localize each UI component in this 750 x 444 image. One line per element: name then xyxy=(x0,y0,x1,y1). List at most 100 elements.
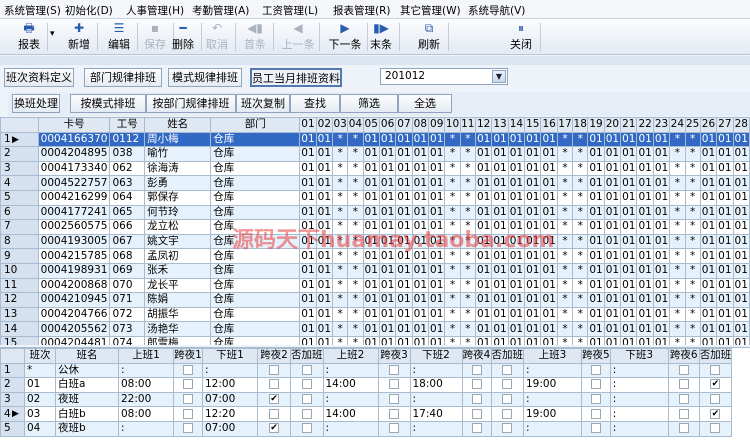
shift-cell[interactable]: 01 xyxy=(299,292,317,308)
cell[interactable]: : xyxy=(118,420,174,437)
shift-cell[interactable]: 01 xyxy=(474,248,493,264)
shift-cell[interactable]: 01 xyxy=(732,292,750,308)
shift-cell[interactable]: 01 xyxy=(732,219,750,235)
shift-cell[interactable]: 01 xyxy=(603,292,622,308)
shift-cell[interactable]: * xyxy=(444,335,461,345)
shift-cell[interactable]: 01 xyxy=(315,204,334,221)
checkbox[interactable] xyxy=(183,364,193,375)
shift-cell[interactable]: * xyxy=(347,204,364,221)
day-column-header[interactable]: 25 xyxy=(684,117,701,133)
shift-cell[interactable]: * xyxy=(669,248,686,264)
shift-cell[interactable]: 01 xyxy=(507,160,526,177)
shift-cell[interactable]: 01 xyxy=(507,248,526,264)
shift-cell[interactable]: 01 xyxy=(315,292,334,308)
shift-cell[interactable]: 01 xyxy=(299,160,317,177)
shift-cell[interactable]: * xyxy=(572,189,589,206)
shift-cell[interactable]: 01 xyxy=(524,262,542,279)
checkbox[interactable] xyxy=(471,379,482,390)
checkbox[interactable] xyxy=(389,394,399,405)
name-cell[interactable]: 孟凤初 xyxy=(144,248,212,264)
shift-cell[interactable]: * xyxy=(444,160,461,177)
shift-cell[interactable]: 01 xyxy=(603,335,622,345)
shift-cell[interactable]: 01 xyxy=(378,321,397,337)
shift-cell[interactable]: 01 xyxy=(732,262,750,279)
id-cell[interactable]: 038 xyxy=(109,146,146,162)
id-cell[interactable]: 070 xyxy=(109,277,146,294)
shift-cell[interactable]: * xyxy=(556,321,574,337)
dept-cell[interactable]: 仓库 xyxy=(210,204,301,221)
day-column-header[interactable]: 28 xyxy=(732,117,750,133)
cell[interactable]: 19:00 xyxy=(523,406,582,422)
cell[interactable]: 02 xyxy=(24,391,56,408)
day-column-header[interactable]: 18 xyxy=(572,117,589,133)
shift-cell[interactable]: 01 xyxy=(524,146,542,162)
shift-cell[interactable]: 01 xyxy=(474,335,493,345)
cell[interactable]: : xyxy=(609,391,669,408)
shift-cell[interactable]: * xyxy=(459,219,476,235)
shift-cell[interactable]: 01 xyxy=(636,131,654,148)
shift-cell[interactable]: * xyxy=(332,131,349,148)
shift-cell[interactable]: * xyxy=(459,189,476,206)
shift-cell[interactable]: 01 xyxy=(652,146,671,162)
shift-cell[interactable]: * xyxy=(684,262,701,279)
shift-cell[interactable]: * xyxy=(572,175,589,191)
shift-cell[interactable]: 01 xyxy=(411,248,430,264)
column-header[interactable]: 跨夜2 xyxy=(257,348,291,364)
shift-cell[interactable]: * xyxy=(684,248,701,264)
shift-cell[interactable]: 01 xyxy=(716,321,734,337)
name-cell[interactable]: 胡振华 xyxy=(144,306,212,323)
name-cell[interactable]: 龙立松 xyxy=(144,219,212,235)
shift-cell[interactable]: * xyxy=(459,306,476,323)
shift-cell[interactable]: * xyxy=(459,204,476,221)
cell[interactable]: : xyxy=(609,420,669,437)
menu-item[interactable]: 系统管理(S) xyxy=(4,3,61,18)
shift-cell[interactable]: * xyxy=(684,146,701,162)
card-cell[interactable]: 0004522757 xyxy=(37,175,111,191)
cell[interactable]: : xyxy=(118,362,174,379)
shift-cell[interactable]: 01 xyxy=(524,321,542,337)
dept-cell[interactable]: 仓库 xyxy=(210,233,301,250)
shift-cell[interactable]: 01 xyxy=(507,131,526,148)
shift-cell[interactable]: * xyxy=(332,277,349,294)
day-column-header[interactable]: 15 xyxy=(524,117,542,133)
shift-cell[interactable]: 01 xyxy=(378,306,397,323)
shift-cell[interactable]: 01 xyxy=(428,160,446,177)
shift-cell[interactable]: 01 xyxy=(362,146,380,162)
column-header[interactable]: 否加班 xyxy=(698,348,733,364)
shift-cell[interactable]: 01 xyxy=(540,335,558,345)
toolbar-button-undo[interactable]: ↶ 取消 xyxy=(202,21,232,53)
shift-cell[interactable]: 01 xyxy=(699,248,718,264)
toolbar-button-close[interactable]: ⏸ 关闭 xyxy=(505,21,537,53)
column-header[interactable]: 下班3 xyxy=(609,348,669,364)
dept-cell[interactable]: 仓库 xyxy=(210,160,301,177)
shift-cell[interactable]: * xyxy=(556,262,574,279)
shift-cell[interactable]: 01 xyxy=(299,146,317,162)
id-cell[interactable]: 072 xyxy=(109,306,146,323)
checkbox[interactable] xyxy=(502,408,513,419)
toolbar-button-previous-record[interactable]: ◀ 上一条 xyxy=(280,21,316,53)
shift-cell[interactable]: 01 xyxy=(699,292,718,308)
shift-cell[interactable]: 01 xyxy=(652,277,671,294)
name-cell[interactable]: 郭保存 xyxy=(144,189,212,206)
action-button[interactable]: 查找 xyxy=(290,94,340,113)
table-row[interactable]: 15 0004204481 074 郎雪梅 仓库 01 01 * * 01 01 01 01 01 * * 01… xyxy=(0,335,750,345)
shift-cell[interactable]: 01 xyxy=(474,175,493,191)
shift-cell[interactable]: 01 xyxy=(411,189,430,206)
shift-cell[interactable]: * xyxy=(347,189,364,206)
shift-cell[interactable]: 01 xyxy=(620,321,638,337)
shift-cell[interactable]: 01 xyxy=(699,277,718,294)
name-cell[interactable]: 何节玲 xyxy=(144,204,212,221)
shift-cell[interactable]: * xyxy=(669,233,686,250)
shift-cell[interactable]: 01 xyxy=(491,175,509,191)
shift-cell[interactable]: 01 xyxy=(378,204,397,221)
shift-cell[interactable]: 01 xyxy=(411,160,430,177)
shift-cell[interactable]: * xyxy=(684,219,701,235)
shift-cell[interactable]: 01 xyxy=(636,306,654,323)
table-row[interactable]: 8 0004193005 067 姚文宇 仓库 01 01 * * 01 01 01 01 01 * * 01 0… xyxy=(0,233,750,250)
id-cell[interactable]: 066 xyxy=(109,219,146,235)
shift-cell[interactable]: * xyxy=(444,262,461,279)
card-cell[interactable]: 0004177241 xyxy=(37,204,111,221)
shift-cell[interactable]: 01 xyxy=(395,175,413,191)
shift-cell[interactable]: 01 xyxy=(428,189,446,206)
shift-cell[interactable]: 01 xyxy=(395,306,413,323)
